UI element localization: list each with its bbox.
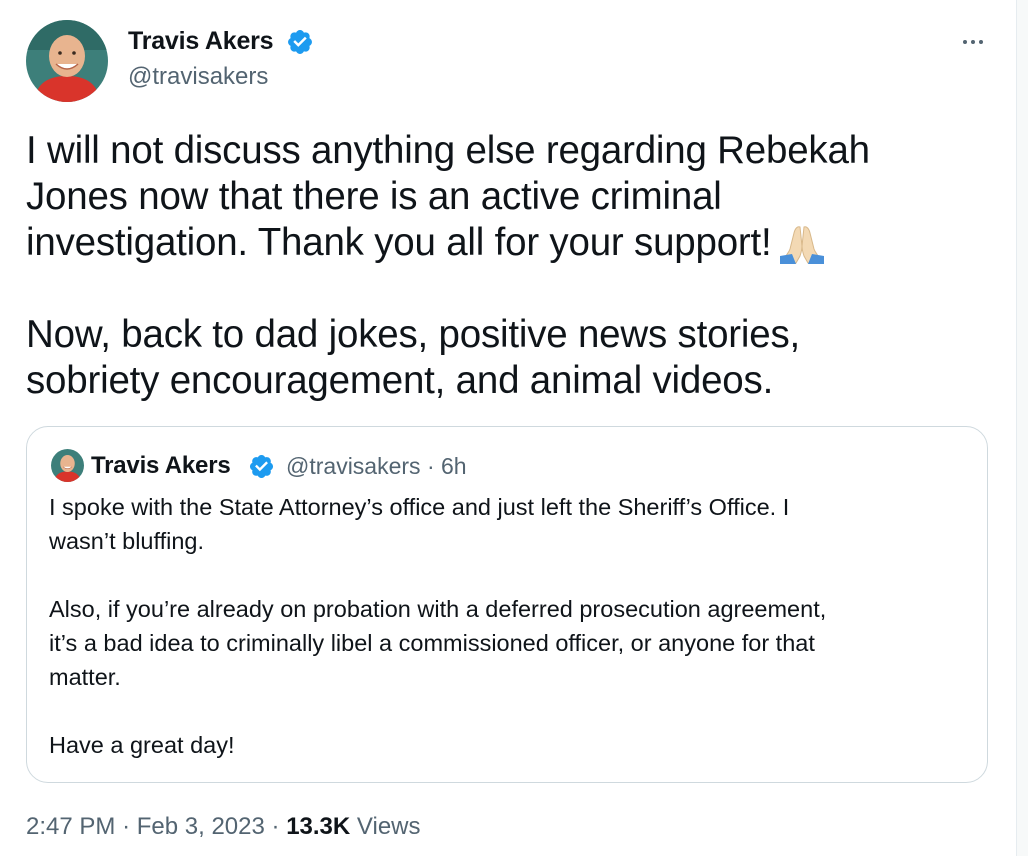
quoted-text-line: Also, if you’re already on probation wit…	[49, 596, 827, 622]
tweet-text-line: sobriety encouragement, and animal video…	[26, 359, 774, 402]
more-options-icon[interactable]	[955, 30, 991, 54]
footer-separator: ·	[271, 813, 280, 840]
author-avatar[interactable]	[26, 20, 108, 102]
quoted-text-line: wasn’t bluffing.	[49, 528, 205, 554]
tweet-time[interactable]: 2:47 PM	[26, 813, 115, 840]
quoted-author-handle: @travisakers	[286, 453, 421, 479]
tweet-text: I will not discuss anything else regardi…	[26, 128, 986, 404]
quoted-verified-badge-icon	[248, 453, 275, 480]
tweet-text-line: Jones now that there is an active crimin…	[26, 175, 722, 218]
tweet-date[interactable]: Feb 3, 2023	[137, 813, 265, 840]
tweet-text-line: investigation. Thank you all for your su…	[26, 221, 772, 264]
meta-separator: ·	[426, 453, 435, 479]
quoted-text-line: I spoke with the State Attorney’s office…	[49, 494, 790, 520]
views-label: Views	[356, 813, 421, 840]
tweet-text-line: I will not discuss anything else regardi…	[26, 129, 870, 172]
author-name[interactable]: Travis Akers	[128, 27, 274, 56]
quoted-author-name: Travis Akers	[91, 452, 231, 479]
quoted-time: 6h	[441, 453, 467, 479]
verified-badge-icon	[286, 28, 314, 56]
quoted-meta: @travisakers · 6h	[286, 453, 467, 480]
quoted-text-line: matter.	[49, 664, 121, 690]
quoted-text-line: it’s a bad idea to criminally libel a co…	[49, 630, 815, 656]
tweet-text-line: Now, back to dad jokes, positive news st…	[26, 313, 801, 356]
quoted-tweet-card[interactable]: Travis Akers @travisakers · 6h I spoke w…	[26, 426, 988, 783]
views-count[interactable]: 13.3K	[286, 813, 350, 840]
quoted-tweet-text: I spoke with the State Attorney’s office…	[49, 490, 969, 762]
author-handle[interactable]: @travisakers	[128, 63, 268, 91]
quoted-author-avatar	[51, 449, 84, 482]
quoted-text-line: Have a great day!	[49, 732, 235, 758]
scrollbar-track[interactable]	[1016, 0, 1028, 856]
folded-hands-emoji-icon	[778, 223, 826, 265]
tweet-footer: 2:47 PM · Feb 3, 2023 · 13.3K Views	[26, 813, 421, 841]
footer-separator: ·	[122, 813, 131, 840]
